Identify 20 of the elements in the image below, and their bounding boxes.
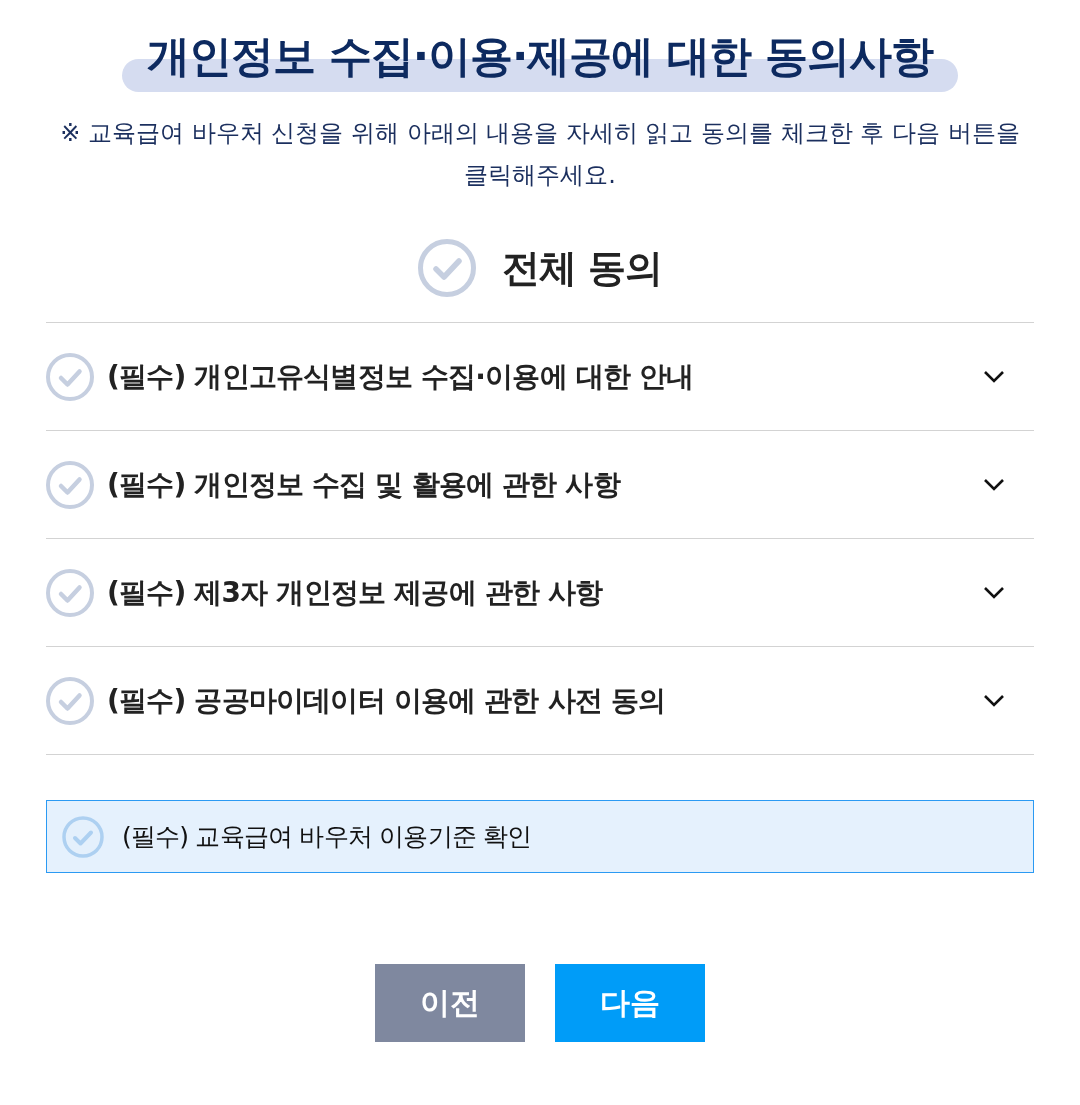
previous-button[interactable]: 이전 bbox=[375, 964, 525, 1042]
check-circle-icon[interactable] bbox=[46, 568, 94, 617]
confirm-checkbox-row[interactable]: (필수) 교육급여 바우처 이용기준 확인 bbox=[46, 800, 1034, 873]
chevron-down-icon[interactable] bbox=[983, 370, 1005, 383]
chevron-down-icon[interactable] bbox=[983, 478, 1005, 491]
check-circle-icon[interactable] bbox=[46, 676, 94, 725]
check-circle-icon[interactable] bbox=[46, 460, 94, 509]
confirm-label: (필수) 교육급여 바우처 이용기준 확인 bbox=[122, 821, 532, 853]
chevron-down-icon[interactable] bbox=[983, 586, 1005, 599]
consent-item-label[interactable]: (필수) 제3자 개인정보 제공에 관한 사항 bbox=[107, 573, 983, 612]
agree-all-label[interactable]: 전체 동의 bbox=[501, 242, 663, 294]
consent-item-label[interactable]: (필수) 개인정보 수집 및 활용에 관한 사항 bbox=[107, 465, 983, 504]
check-circle-icon[interactable] bbox=[62, 815, 104, 858]
chevron-down-icon[interactable] bbox=[983, 694, 1005, 707]
consent-item-label[interactable]: (필수) 공공마이데이터 이용에 관한 사전 동의 bbox=[107, 681, 983, 720]
check-circle-icon[interactable] bbox=[417, 239, 476, 297]
check-circle-icon[interactable] bbox=[46, 352, 94, 401]
page-title: 개인정보 수집·이용·제공에 대한 동의사항 bbox=[121, 26, 959, 92]
instruction-text: ※ 교육급여 바우처 신청을 위해 아래의 내용을 자세히 읽고 동의를 체크한 후 다음 버튼을 클릭해주세요. bbox=[59, 118, 1021, 191]
consent-item-label[interactable]: (필수) 개인고유식별정보 수집·이용에 대한 안내 bbox=[107, 357, 983, 396]
